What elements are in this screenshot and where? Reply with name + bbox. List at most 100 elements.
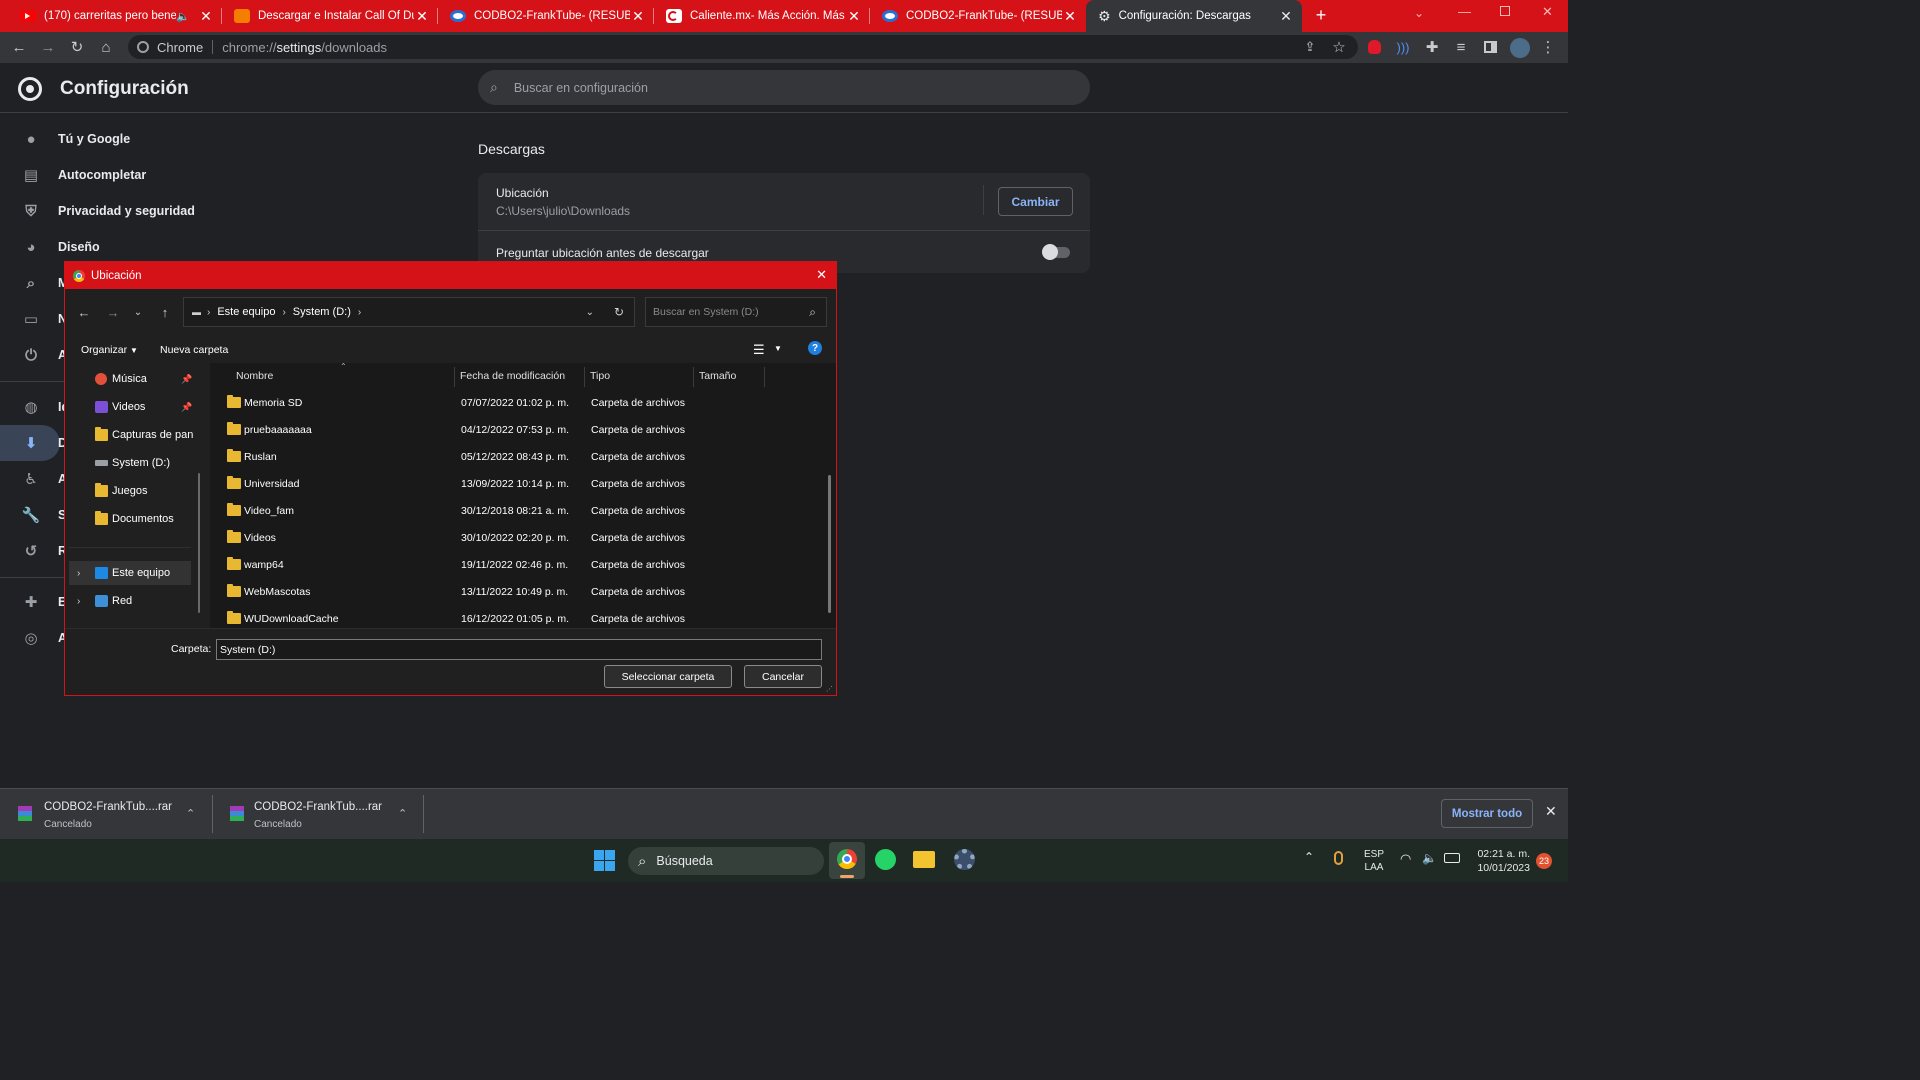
notification-badge[interactable]: 23 xyxy=(1536,853,1552,869)
wifi-icon[interactable]: ◠ xyxy=(1400,851,1411,867)
volume-icon[interactable]: 🔈 xyxy=(1422,851,1437,865)
tab-mega-1[interactable]: CODBO2-FrankTube- (RESUBIDO ✕ xyxy=(438,0,654,32)
close-tab-icon[interactable]: ✕ xyxy=(1062,8,1078,25)
tree-item-this-pc[interactable]: › Este equipo xyxy=(69,561,191,585)
nav-you-and-google[interactable]: ● Tú y Google xyxy=(0,121,460,157)
download-item[interactable]: CODBO2-FrankTub....rar Cancelado ⌃ xyxy=(212,789,424,839)
profile-avatar[interactable] xyxy=(1510,38,1530,58)
table-row[interactable]: Videos 30/10/2022 02:20 p. m. Carpeta de a… xyxy=(210,524,822,551)
taskbar-search[interactable]: ⌕ Búsqueda xyxy=(628,847,824,875)
close-tab-icon[interactable]: ✕ xyxy=(630,8,646,25)
close-tab-icon[interactable]: ✕ xyxy=(846,8,862,25)
table-row[interactable]: wamp64 19/11/2022 02:46 p. m. Carpeta de a… xyxy=(210,551,822,578)
tree-item-games[interactable]: Juegos xyxy=(65,479,205,503)
organize-menu[interactable]: Organizar ▼ xyxy=(81,344,138,356)
table-row[interactable]: Video_fam 30/12/2018 08:21 a. m. Carpeta d… xyxy=(210,497,822,524)
close-dialog-icon[interactable]: ✕ xyxy=(816,267,827,283)
nav-privacy[interactable]: ⛨ Privacidad y seguridad xyxy=(0,193,460,229)
home-icon[interactable]: ⌂ xyxy=(96,37,116,57)
tab-mega-2[interactable]: CODBO2-FrankTube- (RESUBIDO ✕ xyxy=(870,0,1086,32)
up-icon[interactable]: ↑ xyxy=(156,303,174,321)
recent-locations-chevron-icon[interactable]: ⌄ xyxy=(129,303,147,321)
tree-scrollbar[interactable] xyxy=(198,473,200,613)
new-folder-button[interactable]: Nueva carpeta xyxy=(160,344,228,356)
tree-item-music[interactable]: Música 📌 xyxy=(65,367,205,391)
tree-item-system-d[interactable]: System (D:) xyxy=(65,451,205,475)
list-scrollbar[interactable] xyxy=(828,475,831,613)
close-tab-icon[interactable]: ✕ xyxy=(1278,8,1294,25)
table-row[interactable]: Universidad 13/09/2022 10:14 p. m. Carpeta… xyxy=(210,470,822,497)
address-bar[interactable]: Chrome chrome://settings/downloads xyxy=(128,35,1358,59)
microphone-icon[interactable] xyxy=(1334,851,1343,865)
speaker-icon[interactable]: 🔈 xyxy=(176,10,190,23)
column-size[interactable]: Tamaño xyxy=(699,363,736,389)
forward-icon[interactable]: → xyxy=(104,303,122,321)
breadcrumb-this-pc[interactable]: Este equipo xyxy=(217,306,275,318)
extensions-puzzle-icon[interactable]: ✚ xyxy=(1422,37,1442,57)
close-tab-icon[interactable]: ✕ xyxy=(198,8,214,25)
tree-item-network[interactable]: › Red xyxy=(65,589,205,613)
file-explorer-icon[interactable] xyxy=(913,851,935,868)
close-shelf-icon[interactable]: ✕ xyxy=(1545,803,1557,820)
column-date[interactable]: Fecha de modificación xyxy=(460,363,565,389)
refresh-icon[interactable]: ↻ xyxy=(614,305,624,319)
chevron-up-icon[interactable]: ⌃ xyxy=(398,807,407,820)
select-folder-button[interactable]: Seleccionar carpeta xyxy=(604,665,732,688)
pin-icon[interactable]: 📌 xyxy=(181,374,192,385)
pin-icon[interactable]: 📌 xyxy=(181,402,192,413)
language-indicator[interactable]: ESP LAA xyxy=(1364,848,1384,874)
table-row[interactable]: pruebaaaaaaa 04/12/2022 07:53 p. m. Carpet… xyxy=(210,416,822,443)
side-panel-icon[interactable] xyxy=(1484,41,1497,53)
maximize-icon[interactable] xyxy=(1500,6,1510,16)
close-window-icon[interactable]: ✕ xyxy=(1542,4,1553,20)
download-item[interactable]: CODBO2-FrankTub....rar Cancelado ⌃ xyxy=(0,789,212,839)
back-icon[interactable]: ← xyxy=(9,37,29,57)
tree-item-screenshots[interactable]: Capturas de pan xyxy=(65,423,205,447)
dialog-search-input[interactable]: Buscar en System (D:) ⌕ xyxy=(645,297,827,327)
more-menu-icon[interactable]: ⋮ xyxy=(1538,37,1558,57)
column-name[interactable]: Nombre xyxy=(236,363,273,389)
new-tab-button[interactable]: + xyxy=(1310,4,1332,26)
change-location-button[interactable]: Cambiar xyxy=(998,187,1073,216)
resize-grip-icon[interactable]: ⋰ xyxy=(826,685,833,693)
extension-waves-icon[interactable]: ))) xyxy=(1393,37,1413,57)
view-options-icon[interactable]: ☰ xyxy=(753,342,765,358)
minimize-icon[interactable]: — xyxy=(1458,4,1474,20)
tree-item-videos[interactable]: Videos 📌 xyxy=(65,395,205,419)
media-queue-icon[interactable]: ≡ xyxy=(1451,37,1471,57)
help-icon[interactable]: ? xyxy=(808,341,822,355)
whatsapp-icon[interactable] xyxy=(875,849,896,870)
taskbar-chrome-app[interactable] xyxy=(829,842,865,879)
ask-location-toggle[interactable] xyxy=(1042,244,1070,260)
chevron-up-icon[interactable]: ⌃ xyxy=(186,807,195,820)
address-dropdown-icon[interactable]: ⌄ xyxy=(586,307,594,318)
reload-icon[interactable]: ↻ xyxy=(67,37,87,57)
tab-settings-active[interactable]: ⚙ Configuración: Descargas ✕ xyxy=(1086,0,1302,32)
address-breadcrumb[interactable]: ▬ › Este equipo › System (D:) › ⌄ ↻ xyxy=(183,297,635,327)
nav-appearance[interactable]: ◕ Diseño xyxy=(0,229,460,265)
column-type[interactable]: Tipo xyxy=(590,363,610,389)
settings-search-input[interactable]: ⌕ Buscar en configuración xyxy=(478,70,1090,105)
breadcrumb-drive[interactable]: System (D:) xyxy=(293,306,351,318)
back-icon[interactable]: ← xyxy=(75,303,93,321)
tab-youtube[interactable]: (170) carreritas pero benefic 🔈 ✕ xyxy=(8,0,222,32)
show-all-downloads-button[interactable]: Mostrar todo xyxy=(1441,799,1533,828)
chevron-right-icon[interactable]: › xyxy=(77,568,80,579)
chevron-down-icon[interactable]: ▼ xyxy=(774,344,782,353)
close-tab-icon[interactable]: ✕ xyxy=(414,8,430,25)
nav-downloads[interactable]: ⬇ D xyxy=(0,425,67,461)
nav-autofill[interactable]: ▤ Autocompletar xyxy=(0,157,460,193)
battery-icon[interactable] xyxy=(1444,853,1460,863)
settings-app-icon[interactable] xyxy=(954,849,975,870)
tab-caliente[interactable]: Caliente.mx- Más Acción. Más Di ✕ xyxy=(654,0,870,32)
clock[interactable]: 02:21 a. m. 10/01/2023 xyxy=(1474,847,1530,875)
tab-search-chevron-icon[interactable]: ⌄ xyxy=(1414,6,1424,20)
bookmark-star-icon[interactable]: ☆ xyxy=(1329,37,1349,57)
table-row[interactable]: WebMascotas 13/11/2022 10:49 p. m. Carpeta… xyxy=(210,578,822,605)
forward-icon[interactable]: → xyxy=(38,37,58,57)
tree-item-documents[interactable]: Documentos xyxy=(65,507,205,531)
table-row[interactable]: Memoria SD 07/07/2022 01:02 p. m. Carpeta … xyxy=(210,389,822,416)
share-icon[interactable]: ⇪ xyxy=(1300,37,1320,57)
tray-chevron-up-icon[interactable]: ⌃ xyxy=(1304,850,1314,864)
cancel-button[interactable]: Cancelar xyxy=(744,665,822,688)
